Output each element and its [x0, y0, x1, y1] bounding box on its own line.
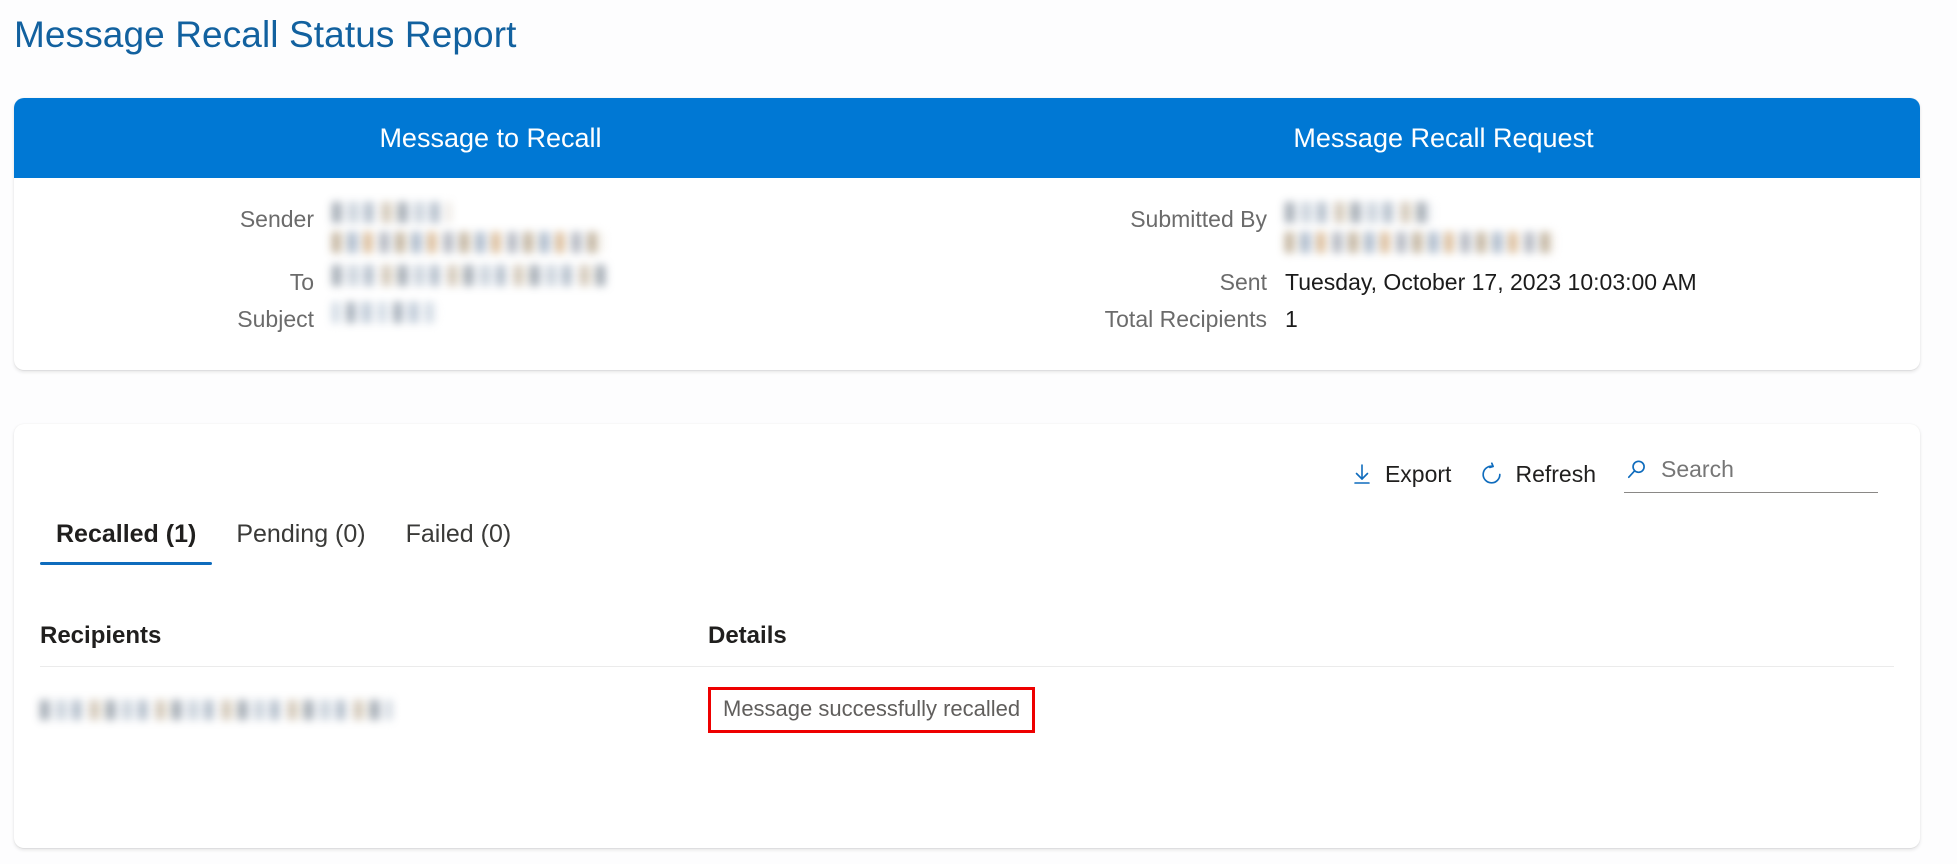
- redacted-text: [1285, 202, 1433, 223]
- column-header-recipients: Recipients: [40, 622, 708, 650]
- message-to-recall-fields: Sender To Subject: [14, 202, 967, 339]
- redacted-text: [1285, 232, 1555, 253]
- message-summary-card: Message to Recall Message Recall Request…: [14, 98, 1920, 370]
- search-icon: [1624, 457, 1649, 482]
- field-to-label: To: [14, 265, 332, 299]
- refresh-button[interactable]: Refresh: [1479, 461, 1596, 488]
- export-button[interactable]: Export: [1350, 461, 1451, 488]
- table-row[interactable]: Message successfully recalled: [14, 682, 1920, 738]
- column-header-details: Details: [708, 622, 1894, 650]
- results-tabs: Recalled (1) Pending (0) Failed (0): [40, 520, 535, 565]
- field-total-recipients: Total Recipients 1: [967, 302, 1920, 336]
- tab-recalled[interactable]: Recalled (1): [40, 520, 212, 565]
- field-submitted-by-value: [1285, 202, 1555, 262]
- cell-details: Message successfully recalled: [708, 687, 1894, 733]
- page-title: Message Recall Status Report: [14, 14, 517, 56]
- tab-pending-label: Pending (0): [236, 520, 365, 548]
- redacted-text: [332, 202, 450, 223]
- tab-failed-label: Failed (0): [406, 520, 512, 548]
- summary-header-message-to-recall: Message to Recall: [14, 98, 967, 178]
- recall-request-fields: Submitted By Sent Tuesday, October 17, 2…: [967, 202, 1920, 339]
- cell-recipient: [40, 700, 708, 720]
- recall-results-card: Export Refresh Recalled (1): [14, 424, 1920, 848]
- summary-header-message-recall-request: Message Recall Request: [967, 98, 1920, 178]
- field-sender: Sender: [14, 202, 967, 262]
- field-total-recipients-value: 1: [1285, 302, 1298, 336]
- field-subject-label: Subject: [14, 302, 332, 336]
- export-label: Export: [1385, 461, 1451, 488]
- field-sender-value: [332, 202, 604, 262]
- field-submitted-by: Submitted By: [967, 202, 1920, 262]
- status-badge: Message successfully recalled: [708, 687, 1035, 733]
- field-sent-label: Sent: [967, 265, 1285, 299]
- field-sent: Sent Tuesday, October 17, 2023 10:03:00 …: [967, 265, 1920, 299]
- redacted-text: [40, 700, 392, 720]
- summary-body: Sender To Subject: [14, 178, 1920, 339]
- results-table-header: Recipients Details: [14, 622, 1920, 650]
- field-to-value: [332, 265, 607, 295]
- table-header-divider: [40, 666, 1894, 667]
- field-total-recipients-label: Total Recipients: [967, 302, 1285, 336]
- field-subject: Subject: [14, 302, 967, 336]
- summary-header-bar: Message to Recall Message Recall Request: [14, 98, 1920, 178]
- redacted-text: [332, 232, 604, 253]
- field-to: To: [14, 265, 967, 299]
- redacted-text: [332, 265, 607, 286]
- tab-pending[interactable]: Pending (0): [220, 520, 381, 565]
- search-box[interactable]: [1624, 456, 1878, 493]
- search-input[interactable]: [1661, 456, 1878, 483]
- refresh-label: Refresh: [1515, 461, 1596, 488]
- field-subject-value: [332, 302, 438, 332]
- field-submitted-by-label: Submitted By: [967, 202, 1285, 236]
- field-sent-value: Tuesday, October 17, 2023 10:03:00 AM: [1285, 265, 1697, 299]
- tab-failed[interactable]: Failed (0): [390, 520, 528, 565]
- tab-recalled-label: Recalled (1): [56, 520, 196, 548]
- field-sender-label: Sender: [14, 202, 332, 236]
- download-icon: [1350, 462, 1374, 487]
- redacted-text: [332, 302, 438, 323]
- results-toolbar: Export Refresh: [1350, 452, 1878, 496]
- refresh-icon: [1479, 462, 1504, 487]
